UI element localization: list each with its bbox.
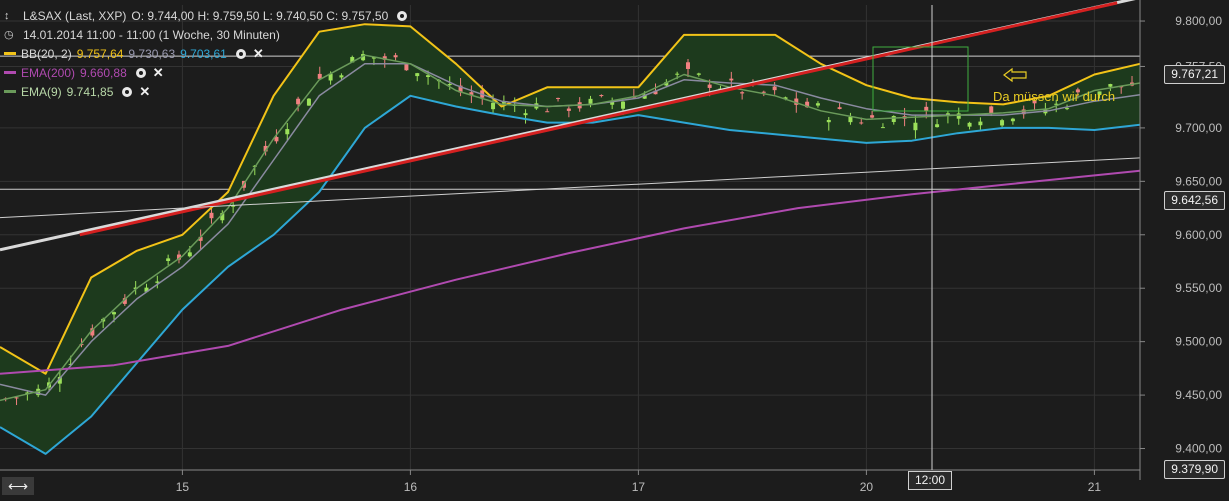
candle-body: [1010, 118, 1015, 122]
bb-close-icon[interactable]: ✕: [253, 44, 264, 64]
candle-body: [761, 91, 766, 93]
ema9-settings-icon[interactable]: [122, 86, 133, 97]
candle-body: [1108, 84, 1113, 87]
candle-body: [166, 258, 171, 262]
candle-body: [545, 111, 550, 113]
candle-body: [415, 73, 420, 77]
y-tick-label: 9.600,00: [1175, 228, 1222, 242]
ema200-value: 9.660,88: [80, 65, 127, 80]
bb-upper-value: 9.757,64: [76, 46, 124, 61]
y-tick-label: 9.700,00: [1175, 121, 1222, 135]
candle-body: [209, 212, 214, 219]
candle-body: [924, 106, 929, 111]
candle-body: [285, 129, 290, 135]
candle-body: [870, 115, 875, 118]
y-tick-label: 9.550,00: [1175, 281, 1222, 295]
candle-body: [859, 122, 864, 124]
candle-body: [566, 108, 571, 111]
candle-body: [935, 124, 940, 128]
ema200-close-icon[interactable]: ✕: [153, 63, 164, 83]
price-tag-support: 9.642,56: [1164, 191, 1225, 210]
candle-body: [956, 113, 961, 119]
bb-mid-value: 9.730,63: [128, 46, 176, 61]
legend-ema200-row: EMA(200) 9.660,88 ✕: [4, 63, 407, 82]
chart-type-icon: ↕: [4, 9, 10, 22]
candle-body: [891, 116, 896, 123]
candle-body: [491, 102, 496, 110]
candle-body: [112, 312, 116, 315]
clock-icon: ◷: [4, 28, 14, 41]
legend-instrument-row: ↕ L&SAX (Last, XXP) O: 9.744,00 H: 9.759…: [4, 6, 408, 25]
ema9-label: EMA(9): [21, 84, 62, 99]
y-tick-label: 9.650,00: [1175, 174, 1222, 188]
candle-body: [187, 252, 192, 257]
price-tag-resistance: 9.767,21: [1164, 65, 1225, 84]
settings-icon[interactable]: [397, 10, 408, 21]
crosshair-time-tag: 12:00: [908, 471, 953, 490]
ema9-value: 9.741,85: [66, 84, 114, 99]
legend-ema9-row: EMA(9) 9.741,85 ✕: [4, 82, 407, 101]
x-tick-label: 15: [176, 480, 190, 494]
arrow-left-icon: [1003, 67, 1027, 83]
price-tag-bottom: 9.379,90: [1164, 460, 1225, 479]
ema200-settings-icon[interactable]: [135, 67, 146, 78]
legend-period-row: ◷ 14.01.2014 11:00 - 11:00 (1 Woche, 30 …: [4, 25, 407, 44]
x-tick-label: 20: [860, 480, 874, 494]
candle-body: [967, 122, 972, 127]
candle-body: [523, 113, 528, 116]
x-tick-label: 21: [1088, 480, 1102, 494]
candle-body: [772, 86, 777, 91]
candle-body: [621, 101, 626, 109]
candle-body: [675, 73, 680, 75]
candle-body: [978, 121, 983, 126]
candle-body: [556, 97, 561, 99]
ema9-swatch: [4, 90, 16, 93]
candle-body: [837, 107, 842, 109]
y-tick-label: 9.800,00: [1175, 14, 1222, 28]
candle-body: [815, 103, 820, 106]
x-axis: 15 16 17 20 21: [0, 469, 1140, 494]
x-tick-label: 17: [632, 480, 646, 494]
candle-body: [740, 92, 745, 94]
y-tick-label: 9.500,00: [1175, 335, 1222, 349]
candle-body: [826, 119, 831, 123]
candle-body: [1000, 120, 1005, 126]
candle-body: [447, 84, 452, 86]
x-tick-label: 16: [404, 480, 418, 494]
candle-body: [913, 122, 918, 131]
chart-legend: ↕ L&SAX (Last, XXP) O: 9.744,00 H: 9.759…: [4, 6, 408, 101]
chart-annotation: Da müssen wir durch: [993, 89, 1116, 104]
bb-swatch: [4, 52, 16, 55]
candle-body: [989, 106, 994, 114]
candle-body: [707, 84, 712, 88]
bb-settings-icon[interactable]: [235, 48, 246, 59]
bb-label: BB(20, 2): [21, 46, 72, 61]
ohlc-values: O: 9.744,00 H: 9.759,50 L: 9.740,50 C: 9…: [131, 8, 389, 23]
ema9-close-icon[interactable]: ✕: [139, 82, 150, 102]
y-tick-label: 9.400,00: [1175, 442, 1222, 456]
y-tick-label: 9.450,00: [1175, 388, 1222, 402]
candle-body: [1065, 108, 1070, 110]
ema200-swatch: [4, 71, 16, 74]
candle-body: [588, 98, 593, 104]
candle-body: [729, 78, 734, 81]
ema200-label: EMA(200): [21, 65, 76, 80]
candle-body: [848, 116, 853, 123]
instrument-name: L&SAX (Last, XXP): [23, 8, 127, 23]
candle-body: [685, 62, 690, 69]
scroll-horizontal-icon[interactable]: ⟷: [2, 477, 34, 495]
period-label: 14.01.2014 11:00 - 11:00 (1 Woche, 30 Mi…: [23, 27, 280, 42]
candle-body: [880, 127, 885, 129]
candle-body: [696, 73, 701, 75]
legend-bb-row: BB(20, 2) 9.757,64 9.730,63 9.703,61 ✕: [4, 44, 407, 63]
candle-body: [599, 95, 604, 97]
bb-lower-value: 9.703,61: [180, 46, 227, 61]
